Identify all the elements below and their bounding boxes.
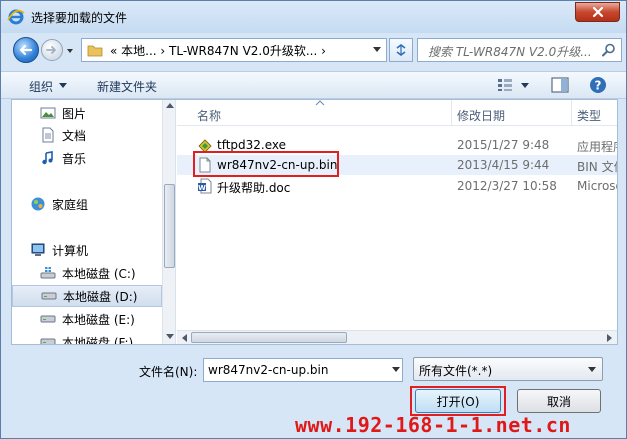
scrollbar-thumb[interactable] <box>191 332 347 343</box>
filetype-select[interactable]: 所有文件(*.*) <box>413 357 603 381</box>
help-icon[interactable]: ? <box>589 76 607 94</box>
ie-logo-icon <box>7 9 25 25</box>
file-list-pane: 名称 修改日期 类型 tftpd32.exe 2015/1/27 9:48 应用… <box>177 100 617 344</box>
file-type: 应用程序 <box>577 140 617 154</box>
folder-icon <box>87 45 103 57</box>
search-icon[interactable] <box>601 42 617 58</box>
preview-pane-icon[interactable] <box>551 77 569 93</box>
column-type[interactable]: 类型 <box>577 107 601 124</box>
nav-item-label: 文档 <box>62 128 87 143</box>
chevron-down-icon[interactable] <box>521 83 529 89</box>
scroll-down-arrow-icon[interactable] <box>166 334 174 340</box>
scroll-up-arrow-icon[interactable] <box>166 102 174 108</box>
close-icon <box>592 6 603 18</box>
navigation-bar: « 本地... › TL-WR847N V2.0升级软... › 搜索 TL-W… <box>1 33 626 65</box>
address-dropdown[interactable] <box>368 39 386 61</box>
nav-item-label: 音乐 <box>62 151 87 166</box>
file-name: tftpd32.exe <box>217 138 287 152</box>
computer-icon <box>31 243 45 256</box>
nav-item-label: 本地磁盘 (D:) <box>63 289 138 304</box>
command-toolbar: 组织 新建文件夹 ? <box>1 71 626 99</box>
nav-item-drive-d[interactable]: 本地磁盘 (D:) <box>12 285 162 307</box>
title-bar: 选择要加载的文件 <box>1 1 626 33</box>
svg-text:W: W <box>198 184 206 192</box>
svg-text:?: ? <box>595 79 602 93</box>
filetype-selected: 所有文件(*.*) <box>419 364 493 378</box>
filename-input[interactable]: wr847nv2-cn-up.bin <box>203 358 403 382</box>
chevron-down-icon[interactable] <box>59 83 67 89</box>
new-folder-button[interactable]: 新建文件夹 <box>97 78 157 95</box>
word-doc-icon: W <box>198 178 212 194</box>
drive-icon <box>40 315 56 323</box>
nav-item-label: 本地磁盘 (E:) <box>62 312 135 327</box>
view-options-icon[interactable] <box>497 78 513 92</box>
file-type: Microsoft <box>577 179 617 193</box>
scrollbar-thumb[interactable] <box>164 184 175 268</box>
highlight-box-open-button <box>410 386 506 416</box>
chevron-down-icon <box>373 47 381 52</box>
column-divider[interactable] <box>451 100 452 126</box>
column-name[interactable]: 名称 <box>197 107 221 124</box>
navigation-pane: 图片 文档 音乐 家庭组 计算机 本地磁盘 (C:) 本地磁盘 (D:) 本地磁… <box>12 100 176 344</box>
file-list-horizontal-scrollbar[interactable] <box>177 330 617 344</box>
back-arrow-icon <box>19 44 33 56</box>
nav-item-label: 本地磁盘 (C:) <box>62 266 136 281</box>
nav-item-documents[interactable]: 文档 <box>40 124 175 146</box>
nav-pane-scrollbar[interactable] <box>162 100 175 344</box>
drive-icon <box>40 338 56 344</box>
nav-item-pictures[interactable]: 图片 <box>40 102 175 124</box>
file-modified: 2013/4/15 9:44 <box>457 158 550 172</box>
chevron-down-icon[interactable] <box>392 367 400 373</box>
nav-item-drive-e[interactable]: 本地磁盘 (E:) <box>40 308 175 330</box>
address-path[interactable]: « 本地... › TL-WR847N V2.0升级软... › <box>110 42 326 59</box>
nav-item-drive-f[interactable]: 本地磁盘 (F:) <box>40 331 175 345</box>
organize-menu[interactable]: 组织 <box>29 78 53 95</box>
refresh-button[interactable] <box>389 38 413 62</box>
documents-icon <box>42 127 54 143</box>
nav-item-label: 本地磁盘 (F:) <box>62 335 134 345</box>
column-header-row: 名称 修改日期 类型 <box>177 100 617 126</box>
filename-value[interactable]: wr847nv2-cn-up.bin <box>208 363 328 377</box>
search-placeholder[interactable]: 搜索 TL-WR847N V2.0升级... <box>428 43 592 60</box>
nav-item-label: 家庭组 <box>52 197 89 212</box>
nav-item-drive-c[interactable]: 本地磁盘 (C:) <box>40 262 175 284</box>
nav-item-label: 图片 <box>62 106 87 121</box>
watermark-text: www.192-168-1-1.net.cn <box>295 413 571 437</box>
file-type: BIN 文件 <box>577 160 617 174</box>
recent-pages-chevron-icon[interactable] <box>65 46 75 56</box>
browser-area: 图片 文档 音乐 家庭组 计算机 本地磁盘 (C:) 本地磁盘 (D:) 本地磁… <box>11 99 618 345</box>
sort-ascending-icon <box>315 100 325 106</box>
search-box[interactable]: 搜索 TL-WR847N V2.0升级... <box>417 38 622 62</box>
file-name: 升级帮助.doc <box>217 181 291 195</box>
scroll-left-arrow-icon[interactable] <box>181 334 187 342</box>
homegroup-icon <box>31 197 45 211</box>
window-title: 选择要加载的文件 <box>31 11 128 25</box>
chevron-down-icon <box>588 367 596 372</box>
nav-item-computer[interactable]: 计算机 <box>30 239 175 261</box>
cancel-button[interactable]: 取消 <box>517 389 601 413</box>
nav-item-homegroup[interactable]: 家庭组 <box>30 193 175 215</box>
file-modified: 2015/1/27 9:48 <box>457 138 550 152</box>
highlight-box-file <box>193 151 339 177</box>
drive-c-icon <box>40 267 56 279</box>
scroll-right-arrow-icon[interactable] <box>607 334 613 342</box>
forward-button[interactable] <box>41 39 63 61</box>
address-bar[interactable]: « 本地... › TL-WR847N V2.0升级软... › <box>81 38 387 62</box>
close-button[interactable] <box>575 2 620 22</box>
column-divider[interactable] <box>571 100 572 126</box>
file-row-upgrade-help-doc[interactable]: W 升级帮助.doc 2012/3/27 10:58 Microsoft <box>177 176 617 196</box>
filename-label: 文件名(N): <box>139 365 198 379</box>
column-modified[interactable]: 修改日期 <box>457 107 505 124</box>
nav-item-label: 计算机 <box>52 243 89 258</box>
back-button[interactable] <box>13 37 39 63</box>
nav-item-music[interactable]: 音乐 <box>40 147 175 169</box>
drive-icon <box>41 292 57 300</box>
forward-arrow-icon <box>46 46 56 54</box>
pictures-icon <box>40 107 56 119</box>
file-modified: 2012/3/27 10:58 <box>457 179 557 193</box>
file-open-dialog: 选择要加载的文件 « 本地... › TL-WR847N V2.0升级软... … <box>0 0 627 439</box>
music-icon <box>42 151 53 165</box>
refresh-icon <box>396 44 406 56</box>
